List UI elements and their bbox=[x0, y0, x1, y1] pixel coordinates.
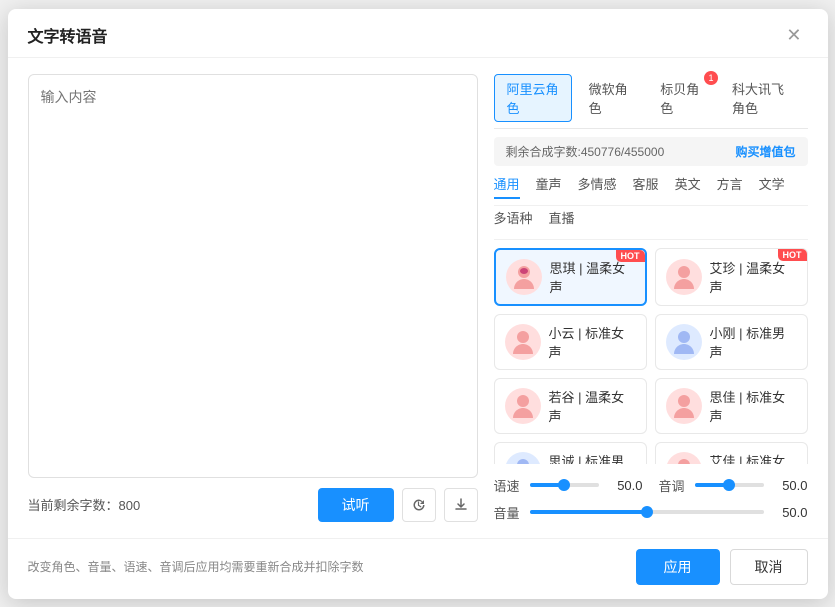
voice-name-sijia: 思佳 | 标准女声 bbox=[710, 387, 797, 425]
voice-card-aijia[interactable]: 艾佳 | 标准女声 bbox=[655, 442, 808, 464]
tts-dialog: 文字转语音 ✕ 当前剩余字数：800 试听 bbox=[8, 9, 828, 599]
text-input[interactable] bbox=[28, 74, 478, 478]
subtab-service[interactable]: 客服 bbox=[633, 174, 659, 199]
left-panel: 当前剩余字数：800 试听 bbox=[28, 74, 478, 522]
volume-track[interactable] bbox=[530, 510, 764, 514]
volume-thumb[interactable] bbox=[641, 506, 653, 518]
pitch-track[interactable] bbox=[695, 483, 764, 487]
left-bottom-bar: 当前剩余字数：800 试听 bbox=[28, 488, 478, 522]
male-avatar-icon2 bbox=[509, 456, 537, 464]
tab-microsoft[interactable]: 微软角色 bbox=[576, 74, 644, 122]
female-avatar-icon6 bbox=[670, 456, 698, 464]
dialog-title: 文字转语音 bbox=[28, 23, 108, 47]
voice-card-xiaogang[interactable]: 小刚 | 标准男声 bbox=[655, 314, 808, 370]
subtab-literature[interactable]: 文学 bbox=[759, 174, 785, 199]
sliders-section: 语速 50.0 音调 50.0 音量 bbox=[494, 472, 808, 522]
subtab-english[interactable]: 英文 bbox=[675, 174, 701, 199]
female-avatar-icon5 bbox=[670, 392, 698, 420]
speed-thumb[interactable] bbox=[558, 479, 570, 491]
voice-name-ruogu: 若谷 | 温柔女声 bbox=[549, 387, 636, 425]
subtab-general[interactable]: 通用 bbox=[494, 174, 520, 199]
dialog-header: 文字转语音 ✕ bbox=[8, 9, 828, 58]
pitch-label: 音调 bbox=[659, 476, 687, 495]
close-button[interactable]: ✕ bbox=[780, 24, 807, 46]
dialog-body: 当前剩余字数：800 试听 bbox=[8, 58, 828, 538]
tab-biaoyu[interactable]: 标贝角色 1 bbox=[647, 74, 715, 122]
footer-note: 改变角色、音量、语速、音调后应用均需要重新合成并扣除字数 bbox=[28, 558, 364, 575]
speed-track[interactable] bbox=[530, 483, 599, 487]
voice-avatar-aizhen bbox=[666, 259, 702, 295]
female-avatar-icon3 bbox=[509, 328, 537, 356]
volume-slider-row: 音量 50.0 bbox=[494, 503, 808, 522]
hot-badge-aizhen: HOT bbox=[778, 249, 807, 261]
pitch-value: 50.0 bbox=[772, 478, 808, 493]
right-panel: 阿里云角色 微软角色 标贝角色 1 科大讯飞角色 剩余合成字数:450776/4… bbox=[494, 74, 808, 522]
voice-avatar-sicheng bbox=[505, 452, 541, 464]
volume-value: 50.0 bbox=[772, 505, 808, 520]
voice-card-sijia[interactable]: 思佳 | 标准女声 bbox=[655, 378, 808, 434]
subtab-multilang[interactable]: 多语种 bbox=[494, 208, 533, 233]
voice-avatar-aijia bbox=[666, 452, 702, 464]
female-avatar-icon bbox=[510, 263, 538, 291]
voice-name-aijia: 艾佳 | 标准女声 bbox=[710, 451, 797, 464]
footer-actions: 应用 取消 bbox=[636, 549, 808, 585]
subtab-child[interactable]: 童声 bbox=[536, 174, 562, 199]
male-avatar-icon bbox=[670, 328, 698, 356]
purchase-link[interactable]: 购买增值包 bbox=[735, 143, 795, 160]
tab-alibaba[interactable]: 阿里云角色 bbox=[494, 74, 572, 122]
voice-avatar-ruogu bbox=[505, 388, 541, 424]
voice-name-aizhen: 艾珍 | 温柔女声 bbox=[710, 258, 797, 296]
volume-fill bbox=[530, 510, 647, 514]
history-icon bbox=[411, 497, 427, 513]
subtab-live[interactable]: 直播 bbox=[549, 208, 575, 233]
female-avatar-icon2 bbox=[670, 263, 698, 291]
cancel-button[interactable]: 取消 bbox=[730, 549, 808, 585]
tab-iflytek[interactable]: 科大讯飞角色 bbox=[719, 74, 808, 122]
speed-value: 50.0 bbox=[607, 478, 643, 493]
dialog-footer: 改变角色、音量、语速、音调后应用均需要重新合成并扣除字数 应用 取消 bbox=[8, 538, 828, 599]
voice-grid: 思琪 | 温柔女声 HOT 艾珍 | 温柔女声 HOT bbox=[494, 248, 808, 464]
voice-card-siqin[interactable]: 思琪 | 温柔女声 HOT bbox=[494, 248, 647, 306]
pitch-thumb[interactable] bbox=[723, 479, 735, 491]
voice-name-sicheng: 思诚 | 标准男声 bbox=[549, 451, 636, 464]
subtab-emotion[interactable]: 多情感 bbox=[578, 174, 617, 199]
sub-tabs-row2: 多语种 直播 bbox=[494, 208, 808, 240]
sub-tabs: 通用 童声 多情感 客服 英文 方言 文学 bbox=[494, 174, 808, 206]
apply-button[interactable]: 应用 bbox=[636, 549, 720, 585]
voice-name-xiaoyun: 小云 | 标准女声 bbox=[549, 323, 636, 361]
voice-avatar-xiaogang bbox=[666, 324, 702, 360]
voice-avatar-siqin bbox=[506, 259, 542, 295]
remaining-chars: 当前剩余字数：800 bbox=[28, 495, 141, 514]
voice-avatar-xiaoyun bbox=[505, 324, 541, 360]
left-actions: 试听 bbox=[318, 488, 478, 522]
voice-name-siqin: 思琪 | 温柔女声 bbox=[550, 258, 635, 296]
voice-card-aizhen[interactable]: 艾珍 | 温柔女声 HOT bbox=[655, 248, 808, 306]
download-button[interactable] bbox=[444, 488, 478, 522]
voice-card-ruogu[interactable]: 若谷 | 温柔女声 bbox=[494, 378, 647, 434]
quota-bar: 剩余合成字数:450776/455000 购买增值包 bbox=[494, 137, 808, 166]
speed-label: 语速 bbox=[494, 476, 522, 495]
volume-label: 音量 bbox=[494, 503, 522, 522]
female-avatar-icon4 bbox=[509, 392, 537, 420]
quota-text: 剩余合成字数:450776/455000 bbox=[506, 143, 665, 160]
subtab-dialect[interactable]: 方言 bbox=[717, 174, 743, 199]
hot-badge-siqin: HOT bbox=[616, 250, 645, 262]
download-icon bbox=[453, 497, 469, 513]
voice-card-xiaoyun[interactable]: 小云 | 标准女声 bbox=[494, 314, 647, 370]
voice-card-sicheng[interactable]: 思诚 | 标准男声 bbox=[494, 442, 647, 464]
speed-slider-row: 语速 50.0 音调 50.0 bbox=[494, 476, 808, 495]
voice-name-xiaogang: 小刚 | 标准男声 bbox=[710, 323, 797, 361]
biaoyu-badge: 1 bbox=[704, 71, 718, 85]
provider-tabs: 阿里云角色 微软角色 标贝角色 1 科大讯飞角色 bbox=[494, 74, 808, 129]
voice-avatar-sijia bbox=[666, 388, 702, 424]
history-button[interactable] bbox=[402, 488, 436, 522]
trial-button[interactable]: 试听 bbox=[318, 488, 394, 522]
